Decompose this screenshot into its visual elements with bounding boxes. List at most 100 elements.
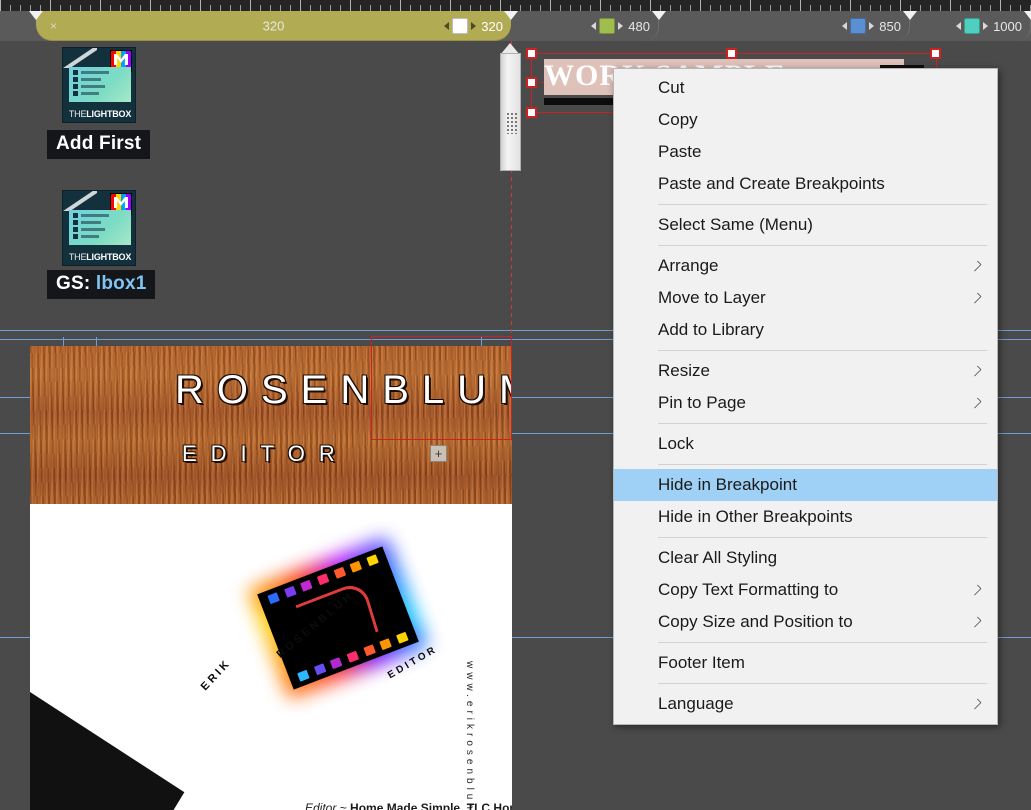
ruler-tick (0, 0, 1, 11)
menu-item-label: Lock (658, 434, 694, 453)
film-logo[interactable]: ERIK ROSENBLUH EDITOR (199, 536, 440, 711)
breakpoint-marker-850[interactable] (903, 11, 917, 20)
breakpoint-segment-320[interactable]: × 320 320 (36, 11, 511, 41)
breakpoint-marker-1000[interactable] (1024, 11, 1031, 20)
menu-item-copy[interactable]: Copy (614, 104, 997, 136)
breakpoint-chip[interactable]: 850 (842, 18, 901, 34)
ruler-tick (100, 0, 101, 11)
logo-arc-erik: ERIK (198, 656, 234, 694)
footer-credit-text: Home Made Simple. TLC Home (350, 801, 512, 810)
menu-item-move-to-layer[interactable]: Move to Layer (614, 282, 997, 314)
breakpoint-segment-850[interactable]: 850 (659, 11, 910, 41)
widget-caption-light: THE (68, 252, 87, 262)
menu-item-hide-in-other-breakpoints[interactable]: Hide in Other Breakpoints (614, 501, 997, 533)
menu-item-pin-to-page[interactable]: Pin to Page (614, 387, 997, 419)
resize-handle-top-left[interactable] (526, 48, 537, 59)
breakpoint-marker-320[interactable] (504, 11, 518, 20)
grip-dots-icon (506, 112, 517, 134)
menu-item-label: Hide in Other Breakpoints (658, 507, 853, 526)
chevron-right-icon[interactable] (869, 22, 875, 30)
ruler-tick (400, 0, 401, 11)
ruler-tick (200, 0, 201, 11)
element-label-text: Add First (56, 133, 142, 154)
menu-item-copy-size-and-position-to[interactable]: Copy Size and Position to (614, 606, 997, 638)
menu-item-label: Cut (658, 78, 685, 97)
lightbox-widget[interactable]: THELIGHTBOX (62, 47, 136, 123)
menu-item-resize[interactable]: Resize (614, 355, 997, 387)
footer-credit[interactable]: Editor ~ Home Made Simple. TLC Home (305, 801, 512, 810)
chevron-left-icon[interactable] (956, 22, 962, 30)
breakpoint-marker-start[interactable] (29, 11, 43, 20)
menu-item-label: Hide in Breakpoint (658, 475, 797, 494)
breakpoint-segment-480[interactable]: 480 (511, 11, 659, 41)
menu-item-cut[interactable]: Cut (614, 72, 997, 104)
plus-handle-icon[interactable]: + (430, 445, 447, 462)
element-label-badge[interactable]: GS: lbox1 (47, 270, 156, 299)
breakpoint-marker-480[interactable] (652, 11, 666, 20)
chevron-left-icon[interactable] (591, 22, 597, 30)
menu-item-label: Paste (658, 142, 702, 161)
lightbox-widget[interactable]: THELIGHTBOX (62, 190, 136, 266)
resize-handle-bottom-left[interactable] (526, 107, 537, 118)
ruler-tick (50, 0, 51, 11)
ruler-tick (750, 0, 751, 11)
ruler-tick (850, 0, 851, 11)
menu-item-label: Paste and Create Breakpoints (658, 174, 885, 193)
element-label-accent: lbox1 (95, 273, 147, 294)
ruler-tick (700, 0, 701, 11)
ruler-tick (350, 0, 351, 11)
chevron-right-icon (970, 260, 982, 272)
breakpoint-chip[interactable]: 320 (444, 18, 503, 34)
menu-item-clear-all-styling[interactable]: Clear All Styling (614, 542, 997, 574)
context-menu[interactable]: Cut Copy Paste Paste and Create Breakpoints… (613, 68, 998, 725)
ruler-tick (150, 0, 151, 11)
ruler-tick (650, 0, 651, 11)
widget-thumbnail (69, 67, 131, 102)
chevron-left-icon[interactable] (444, 22, 450, 30)
menu-item-label: Clear All Styling (658, 548, 778, 567)
chevron-right-icon[interactable] (618, 22, 624, 30)
chevron-left-icon[interactable] (842, 22, 848, 30)
menu-item-lock[interactable]: Lock (614, 428, 997, 460)
chevron-right-icon[interactable] (471, 22, 477, 30)
breakpoint-segment-1000[interactable]: 1000 (910, 11, 1031, 41)
ruler-tick (550, 0, 551, 11)
breakpoint-chip[interactable]: 1000 (956, 18, 1022, 34)
menu-item-label: Resize (658, 361, 710, 380)
resize-handle-top-right[interactable] (930, 48, 941, 59)
chevron-right-icon[interactable] (983, 22, 989, 30)
chevron-right-icon (970, 292, 982, 304)
ruler-tick (300, 0, 301, 11)
selection-frame[interactable] (371, 336, 512, 440)
menu-item-label: Move to Layer (658, 288, 766, 307)
menu-item-paste[interactable]: Paste (614, 136, 997, 168)
header-subtitle[interactable]: EDITOR (182, 441, 349, 467)
vertical-url-text: www.erikrosenbluh.c... (464, 661, 475, 810)
menu-item-arrange[interactable]: Arrange (614, 250, 997, 282)
menu-item-select-same-menu[interactable]: Select Same (Menu) (614, 209, 997, 241)
ruler-tick (900, 0, 901, 11)
menu-item-label: Copy Text Formatting to (658, 580, 839, 599)
breakpoint-drag-handle[interactable] (500, 43, 521, 171)
horizontal-ruler[interactable] (0, 0, 1031, 11)
menu-item-footer-item[interactable]: Footer Item (614, 647, 997, 679)
ribbon-icon (63, 48, 97, 68)
menu-item-label: Language (658, 694, 734, 713)
breakpoint-center-label: 320 (262, 18, 285, 34)
menu-item-language[interactable]: Language (614, 688, 997, 720)
element-label-badge[interactable]: Add First (47, 130, 151, 159)
resize-handle-middle-left[interactable] (526, 77, 537, 88)
breakpoint-width-value: 850 (879, 18, 901, 34)
breakpoint-close-icon[interactable]: × (50, 20, 57, 32)
menu-item-hide-in-breakpoint[interactable]: Hide in Breakpoint (614, 469, 997, 501)
breakpoint-color-swatch (452, 18, 469, 34)
breakpoint-width-value: 1000 (993, 18, 1022, 34)
menu-item-paste-and-create-breakpoints[interactable]: Paste and Create Breakpoints (614, 168, 997, 200)
menu-item-add-to-library[interactable]: Add to Library (614, 314, 997, 346)
menu-item-copy-text-formatting-to[interactable]: Copy Text Formatting to (614, 574, 997, 606)
resize-handle-top-center[interactable] (726, 48, 737, 59)
breakpoint-chip[interactable]: 480 (591, 18, 650, 34)
menu-separator (658, 464, 987, 465)
footer-credit-prefix: Editor ~ (305, 801, 347, 810)
widget-caption-bold: LIGHTBOX (86, 109, 132, 119)
